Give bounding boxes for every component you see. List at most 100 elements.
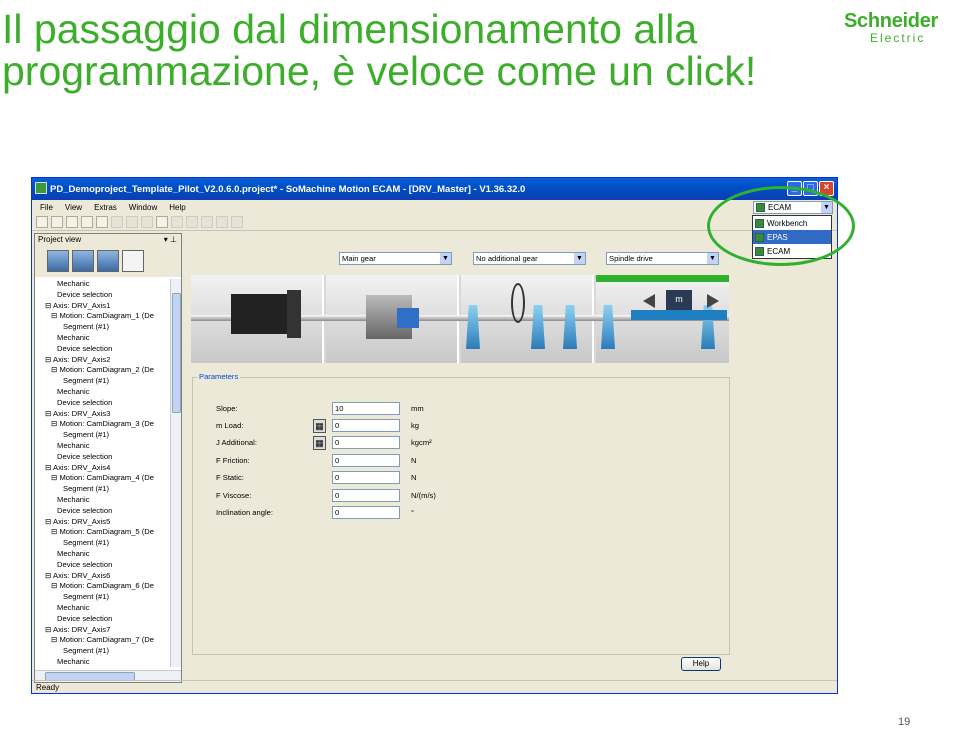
menu-file[interactable]: File [40, 203, 53, 212]
tree-item[interactable]: ⊟ Motion: CamDiagram_2 (De [35, 365, 171, 376]
menu-window[interactable]: Window [129, 203, 157, 212]
tree-item[interactable]: ⊟ Motion: CamDiagram_3 (De [35, 419, 171, 430]
f-static-input[interactable]: 0 [332, 471, 400, 484]
arrow-left-icon [643, 294, 655, 308]
tree-item[interactable]: Mechanic [35, 495, 171, 506]
tree-item[interactable]: ⊟ Motion: CamDiagram_5 (De [35, 527, 171, 538]
save-icon[interactable] [66, 216, 78, 228]
drive-type-select[interactable]: Spindle drive ▼ [606, 252, 719, 265]
mechanic-editor: Main gear ▼ No additional gear ▼ Spindle… [186, 234, 836, 682]
print-icon[interactable] [81, 216, 93, 228]
cam-view-icon[interactable] [72, 250, 94, 272]
tree-vertical-scrollbar[interactable] [170, 279, 181, 667]
window-titlebar[interactable]: PD_Demoproject_Template_Pilot_V2.0.6.0.p… [32, 178, 837, 200]
gear-select[interactable]: Main gear ▼ [339, 252, 452, 265]
erase-icon[interactable] [96, 216, 108, 228]
tree-item[interactable]: ⊟ Motion: CamDiagram_4 (De [35, 473, 171, 484]
rotation-icon [511, 283, 525, 323]
tree-item[interactable]: Device selection [35, 560, 171, 571]
config-icon[interactable] [156, 216, 168, 228]
m-load-input[interactable]: 0 [332, 419, 400, 432]
mechanic-view-icon[interactable] [47, 250, 69, 272]
status-bar: Ready [32, 680, 837, 693]
new-file-icon[interactable] [36, 216, 48, 228]
tree-item[interactable]: ⊟ Axis: DRV_Axis1 [35, 301, 171, 312]
tree-item[interactable]: ⊟ Axis: DRV_Axis7 [35, 625, 171, 636]
pin-icon[interactable]: ▾ ⊥ [164, 235, 177, 244]
tree-item[interactable]: Mechanic [35, 603, 171, 614]
tree-item[interactable]: Mechanic [35, 549, 171, 560]
calculator-icon[interactable]: ▦ [313, 436, 326, 450]
tree-item[interactable]: Device selection [35, 506, 171, 517]
help-button[interactable]: Help [681, 657, 721, 671]
tool-icon[interactable] [171, 216, 183, 228]
tree-item[interactable]: Segment (#1) [35, 538, 171, 549]
tree-item[interactable]: ⊟ Axis: DRV_Axis6 [35, 571, 171, 582]
tree-item[interactable]: ⊟ Motion: CamDiagram_1 (De [35, 311, 171, 322]
axis-icon[interactable] [216, 216, 228, 228]
logo-subname: Electric [870, 31, 926, 45]
tree-item[interactable]: Mechanic [35, 333, 171, 344]
menu-help[interactable]: Help [169, 203, 185, 212]
menu-view[interactable]: View [65, 203, 82, 212]
tree-item[interactable]: Device selection [35, 290, 171, 301]
tree-item[interactable]: Mechanic [35, 441, 171, 452]
additional-gear-select[interactable]: No additional gear ▼ [473, 252, 586, 265]
menu-extras[interactable]: Extras [94, 203, 117, 212]
param-row-m-load: m Load: ▦ 0 kg [216, 419, 420, 433]
tree-item[interactable]: ⊟ Axis: DRV_Axis5 [35, 517, 171, 528]
tree-item[interactable]: Segment (#1) [35, 376, 171, 387]
highlight-ring [707, 186, 855, 266]
f-viscose-input[interactable]: 0 [332, 489, 400, 502]
j-additional-input[interactable]: 0 [332, 436, 400, 449]
open-folder-icon[interactable] [51, 216, 63, 228]
tree-item[interactable]: ⊟ Motion: CamDiagram_6 (De [35, 581, 171, 592]
tree-item[interactable]: Segment (#1) [35, 646, 171, 657]
search-icon[interactable] [111, 216, 123, 228]
tree-item[interactable]: ⊟ Motion: CamDiagram_7 (De [35, 635, 171, 646]
chevron-down-icon[interactable]: ▼ [707, 253, 718, 264]
project-view-toolbar [35, 245, 181, 277]
variable-icon[interactable] [201, 216, 213, 228]
parameter-icon[interactable] [186, 216, 198, 228]
tree-item[interactable]: Segment (#1) [35, 484, 171, 495]
tree-item[interactable]: Mechanic [35, 279, 171, 290]
tree-item[interactable]: Segment (#1) [35, 592, 171, 603]
tree-item[interactable]: Segment (#1) [35, 430, 171, 441]
param-row-f-static: F Static: 0 N [216, 471, 417, 484]
tree-item[interactable]: ⊟ Axis: DRV_Axis2 [35, 355, 171, 366]
drive-train-illustration: m [191, 275, 729, 363]
tree-item[interactable]: Device selection [35, 452, 171, 463]
param-row-f-viscose: F Viscose: 0 N/(m/s) [216, 489, 436, 502]
project-tree: Mechanic Device selection ⊟ Axis: DRV_Axis… [35, 279, 171, 667]
tree-item[interactable]: Device selection [35, 398, 171, 409]
tree-item[interactable]: ⊟ Axis: DRV_Axis4 [35, 463, 171, 474]
layout-icon[interactable] [141, 216, 153, 228]
chevron-down-icon[interactable]: ▼ [440, 253, 451, 264]
zoom-icon[interactable] [126, 216, 138, 228]
f-friction-input[interactable]: 0 [332, 454, 400, 467]
tree-item[interactable]: Mechanic [35, 387, 171, 398]
param-row-j-additional: J Additional: ▦ 0 kgcm² [216, 436, 432, 450]
chevron-down-icon[interactable]: ▼ [574, 253, 585, 264]
param-row-slope: Slope: 10 mm [216, 402, 424, 415]
parameters-group: Parameters Slope: 10 mm m Load: ▦ 0 kg J… [192, 372, 730, 655]
tree-item[interactable]: Device selection [35, 344, 171, 355]
slope-input[interactable]: 10 [332, 402, 400, 415]
calculator-icon[interactable]: ▦ [313, 419, 326, 433]
motor-icon [231, 294, 293, 334]
inclination-angle-input[interactable]: 0 [332, 506, 400, 519]
project-view-header: Project view ▾ ⊥ [35, 234, 181, 245]
mass-load-icon: m [666, 290, 692, 310]
document-view-icon[interactable] [122, 250, 144, 272]
schneider-logo: Schneider Electric [844, 10, 956, 48]
tree-item[interactable]: Device selection [35, 614, 171, 625]
tree-item[interactable]: ⊟ Axis: DRV_Axis3 [35, 409, 171, 420]
param-row-inclination-angle: Inclination angle: 0 ° [216, 506, 415, 519]
page-number: 19 [898, 716, 911, 728]
tree-item[interactable]: Mechanic [35, 657, 171, 667]
tree-item[interactable]: Segment (#1) [35, 322, 171, 333]
run-icon[interactable] [231, 216, 243, 228]
drive-view-icon[interactable] [97, 250, 119, 272]
motor-flange-icon [287, 290, 301, 338]
